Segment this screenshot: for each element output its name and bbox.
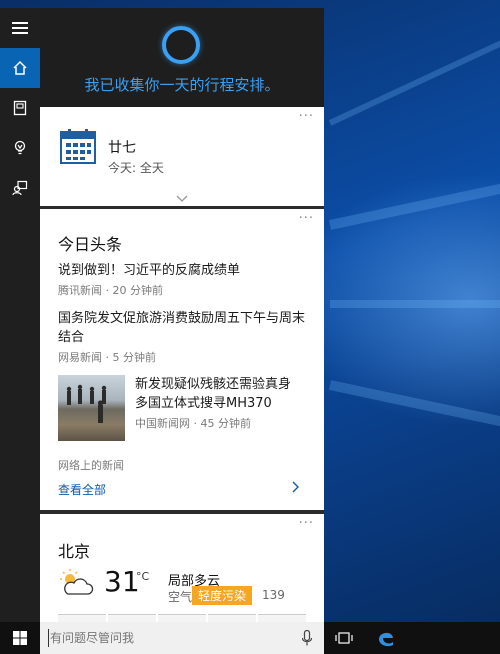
news-item-meta: 网易新闻 · 5 分钟前 <box>58 351 156 364</box>
home-icon <box>13 60 27 75</box>
cortana-sidebar <box>0 8 40 622</box>
calendar-subtitle: 今天: 全天 <box>108 161 164 175</box>
news-item-title: 说到做到！习近平的反腐成绩单 <box>58 263 241 278</box>
task-view-icon <box>335 632 353 644</box>
expand-chevron-icon[interactable] <box>176 195 188 203</box>
calendar-card[interactable]: ··· 廿七 今天: 全天 <box>40 107 324 206</box>
chevron-right-icon[interactable] <box>292 481 300 493</box>
home-button[interactable] <box>0 48 40 88</box>
search-box[interactable] <box>40 622 324 654</box>
news-item-title: 国务院发文促旅游消费鼓励周五下午与周末结合 <box>58 311 306 345</box>
edge-icon <box>379 632 393 647</box>
air-quality-index: 139 <box>262 588 285 602</box>
news-item-title: 新发现疑似残骸还需验真身 多国立体式搜寻MH370 <box>135 377 292 411</box>
partly-cloudy-icon <box>60 569 94 595</box>
calendar-day: 廿七 <box>108 140 136 156</box>
forecast-strip <box>58 614 306 622</box>
news-item[interactable]: 国务院发文促旅游消费鼓励周五下午与周末结合 网易新闻 · 5 分钟前 <box>58 309 308 365</box>
windows-icon <box>13 631 27 645</box>
calendar-more-button[interactable]: ··· <box>299 109 314 124</box>
weather-temperature: 31 <box>104 565 140 598</box>
news-item[interactable]: 说到做到！习近平的反腐成绩单 腾讯新闻 · 20 分钟前 <box>58 261 308 298</box>
weather-unit: °C <box>136 570 150 583</box>
search-input[interactable] <box>50 628 280 648</box>
mic-icon[interactable] <box>302 630 312 646</box>
task-view-button[interactable] <box>332 622 356 654</box>
edge-button[interactable] <box>372 622 400 654</box>
feedback-icon <box>12 180 28 196</box>
news-more-button[interactable]: ··· <box>299 211 314 226</box>
news-source-label: 网络上的新闻 <box>58 459 124 472</box>
news-item-meta: 腾讯新闻 · 20 分钟前 <box>58 284 163 297</box>
news-card: ··· 今日头条 说到做到！习近平的反腐成绩单 腾讯新闻 · 20 分钟前 国务… <box>40 209 324 510</box>
cortana-ring-icon[interactable] <box>162 26 200 64</box>
notebook-button[interactable] <box>0 88 40 128</box>
news-thumbnail <box>58 375 125 441</box>
feedback-button[interactable] <box>0 168 40 208</box>
weather-more-button[interactable]: ··· <box>299 516 314 531</box>
bulb-icon <box>14 140 26 155</box>
air-quality-badge: 轻度污染 <box>192 586 253 605</box>
text-cursor <box>48 629 49 647</box>
news-item-meta: 中国新闻网 · 45 分钟前 <box>135 417 251 430</box>
reminders-button[interactable] <box>0 128 40 168</box>
news-item[interactable]: 新发现疑似残骸还需验真身 多国立体式搜寻MH370 中国新闻网 · 45 分钟前 <box>58 375 308 443</box>
start-button[interactable] <box>0 622 40 654</box>
cortana-panel: 我已收集你一天的行程安排。 ··· 廿七 今天: 全天 ··· 今日头条 说到做… <box>40 8 324 622</box>
cortana-header: 我已收集你一天的行程安排。 <box>40 8 324 107</box>
air-quality-label: 空气 <box>168 590 193 604</box>
hamburger-menu-button[interactable] <box>0 8 40 48</box>
weather-card[interactable]: ··· 北京 31 °C 局部多云 空气 轻度污染 139 <box>40 514 324 622</box>
cortana-greeting: 我已收集你一天的行程安排。 <box>84 76 280 94</box>
weather-city: 北京 <box>58 542 91 561</box>
hamburger-icon <box>12 22 28 34</box>
calendar-icon <box>60 129 96 164</box>
notebook-icon <box>13 100 27 116</box>
news-heading: 今日头条 <box>58 235 123 254</box>
see-all-link[interactable]: 查看全部 <box>58 481 106 498</box>
